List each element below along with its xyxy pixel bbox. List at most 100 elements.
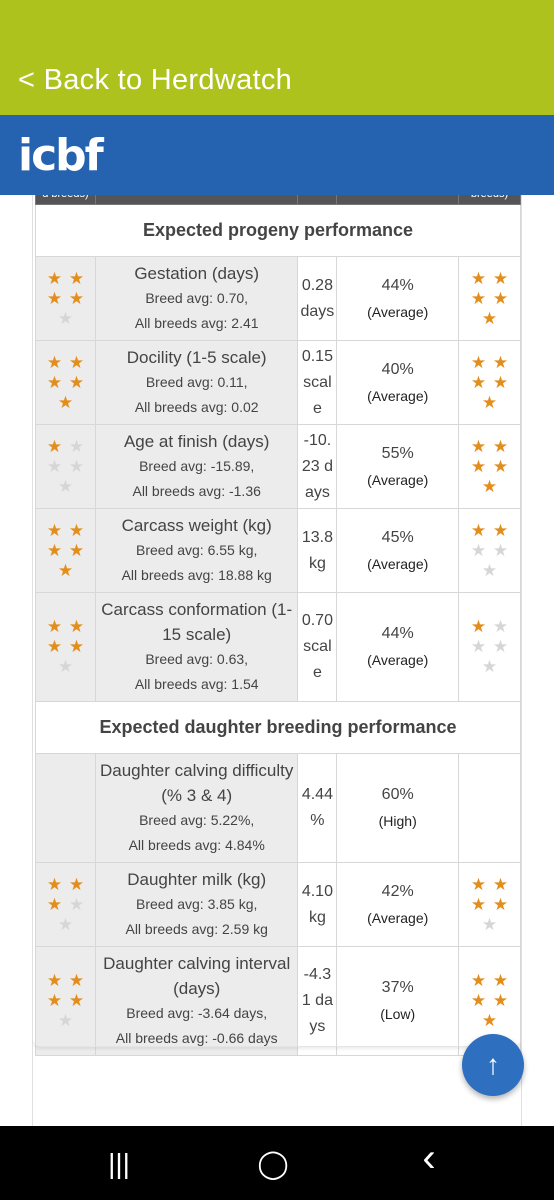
- star-filled-icon: ★: [492, 971, 509, 990]
- trait-row: ★ ★★ ★★ Docility (1-5 scale) Breed avg: 0.11…: [35, 340, 521, 425]
- trait-value: 4.44 %: [301, 786, 333, 829]
- reliability-category: (Average): [367, 471, 429, 488]
- star-filled-icon: ★: [492, 456, 509, 476]
- star-rating: ★ ★★ ★★: [42, 353, 88, 413]
- trait-row: ★ ★★ ★★ Gestation (days) Breed avg: 0.70, All…: [35, 256, 521, 341]
- star-empty-icon: ★: [57, 657, 74, 676]
- stars-index-cell: ★ ★★ ★★: [35, 340, 96, 425]
- star-filled-icon: ★: [68, 520, 85, 540]
- trait-name: Carcass conformation (1-15 scale): [101, 600, 293, 644]
- star-filled-icon: ★: [470, 372, 487, 392]
- star-empty-icon: ★: [481, 657, 498, 676]
- all-breeds-avg: All breeds avg: -1.36: [132, 483, 261, 499]
- star-empty-icon: ★: [470, 540, 487, 560]
- trait-cell: Age at finish (days) Breed avg: -15.89, Al…: [94, 424, 299, 509]
- star-filled-icon: ★: [492, 352, 509, 372]
- star-empty-icon: ★: [470, 637, 487, 656]
- trait-cell: Daughter milk (kg) Breed avg: 3.85 kg, All…: [94, 862, 299, 947]
- star-rating: ★ ★★ ★★: [42, 269, 88, 329]
- trait-cell: Daughter calving difficulty (% 3 & 4) Bre…: [94, 753, 299, 863]
- star-empty-icon: ★: [492, 637, 509, 656]
- all-breeds-avg: All breeds avg: 4.84%: [128, 837, 265, 853]
- star-filled-icon: ★: [470, 520, 487, 540]
- breed-avg: Breed avg: 3.85 kg,: [135, 896, 258, 912]
- stars-index-cell: ★ ★★ ★★: [35, 508, 96, 593]
- reliability-percent: 37%: [381, 979, 414, 996]
- reliability-cell: 42% (Average): [336, 862, 460, 947]
- star-empty-icon: ★: [481, 560, 498, 580]
- status-bar: [0, 0, 554, 44]
- breed-avg: Breed avg: -15.89,: [139, 458, 255, 474]
- trait-row: ★ ★★ ★★ Carcass weight (kg) Breed avg: 6.55 …: [35, 508, 521, 593]
- trait-name: Carcass weight (kg): [121, 516, 272, 535]
- star-filled-icon: ★: [470, 288, 487, 308]
- header-fragment: d breeds): [42, 195, 88, 200]
- star-rating: ★ ★★ ★★: [42, 971, 88, 1031]
- value-cell: 0.70 scale: [297, 592, 338, 702]
- star-empty-icon: ★: [57, 308, 74, 328]
- star-filled-icon: ★: [46, 991, 63, 1010]
- all-breeds-avg: All breeds avg: 18.88 kg: [121, 567, 272, 583]
- star-filled-icon: ★: [492, 268, 509, 288]
- reliability-category: (Average): [367, 652, 429, 668]
- all-breeds-avg: All breeds avg: 2.41: [134, 315, 259, 331]
- stars-index-cell: ★ ★★ ★★: [35, 592, 96, 702]
- star-empty-icon: ★: [68, 894, 85, 914]
- star-filled-icon: ★: [492, 874, 509, 894]
- reliability-cell: 40% (Average): [336, 340, 460, 425]
- reliability-cell: 44% (Average): [336, 592, 460, 702]
- star-rating: ★ ★★ ★★: [467, 617, 513, 677]
- top-bar: < Back to Herdwatch: [0, 44, 554, 115]
- trait-name: Age at finish (days): [123, 432, 270, 451]
- reliability-percent: 55%: [381, 444, 414, 462]
- trait-value: 13.8 kg: [301, 528, 333, 572]
- star-empty-icon: ★: [68, 436, 85, 456]
- star-filled-icon: ★: [46, 288, 63, 308]
- reliability-category: (Average): [367, 303, 429, 320]
- star-empty-icon: ★: [481, 914, 498, 934]
- star-empty-icon: ★: [492, 617, 509, 636]
- star-rating: ★ ★★ ★★: [42, 437, 88, 497]
- card-bottom-edge: [33, 1035, 521, 1047]
- scroll-to-top-button[interactable]: ↑: [462, 1034, 524, 1096]
- stars-index-cell: ★ ★★ ★★: [35, 424, 96, 509]
- star-filled-icon: ★: [68, 268, 85, 288]
- arrow-up-icon: ↑: [486, 1049, 500, 1080]
- star-empty-icon: ★: [46, 456, 63, 476]
- back-icon[interactable]: ‹: [409, 1138, 449, 1178]
- trait-row: Daughter calving difficulty (% 3 & 4) Bre…: [35, 753, 521, 863]
- trait-value: -10.23 days: [301, 431, 333, 501]
- back-to-herdwatch-link[interactable]: < Back to Herdwatch: [18, 62, 292, 98]
- stars-within-breed-cell: ★ ★★ ★★: [458, 424, 521, 509]
- section-header-row: Expected daughter breeding performance: [35, 701, 521, 754]
- star-rating: ★ ★★ ★★: [467, 521, 513, 581]
- recents-icon[interactable]: |||: [99, 1150, 139, 1178]
- star-filled-icon: ★: [492, 372, 509, 392]
- table-header-strip: d breeds) breeds): [35, 195, 521, 205]
- section-header-row: Expected progeny performance: [35, 204, 521, 257]
- trait-value: 0.70 scale: [301, 612, 333, 681]
- header-cell: [297, 195, 338, 205]
- stars-index-cell: ★ ★★ ★★: [35, 862, 96, 947]
- header-cell: d breeds): [35, 195, 96, 205]
- star-rating: ★ ★★ ★★: [42, 617, 88, 677]
- home-icon[interactable]: ◯: [253, 1150, 293, 1178]
- star-filled-icon: ★: [470, 352, 487, 372]
- star-filled-icon: ★: [68, 991, 85, 1010]
- star-filled-icon: ★: [470, 971, 487, 990]
- trait-row: ★ ★★ ★★ Age at finish (days) Breed avg: -15.…: [35, 424, 521, 509]
- star-rating: ★ ★★ ★★: [467, 353, 513, 413]
- breed-avg: Breed avg: 0.63,: [145, 651, 249, 667]
- star-filled-icon: ★: [492, 288, 509, 308]
- reliability-percent: 40%: [381, 360, 414, 378]
- reliability-percent: 44%: [381, 625, 414, 642]
- all-breeds-avg: All breeds avg: 2.59 kg: [125, 921, 268, 937]
- trait-name: Docility (1-5 scale): [126, 348, 267, 367]
- reliability-cell: 45% (Average): [336, 508, 460, 593]
- star-filled-icon: ★: [57, 560, 74, 580]
- star-filled-icon: ★: [46, 971, 63, 990]
- reliability-category: (Low): [380, 1006, 416, 1022]
- breed-avg: Breed avg: 5.22%,: [139, 812, 255, 828]
- star-filled-icon: ★: [68, 971, 85, 990]
- value-cell: 0.28 days: [297, 256, 338, 341]
